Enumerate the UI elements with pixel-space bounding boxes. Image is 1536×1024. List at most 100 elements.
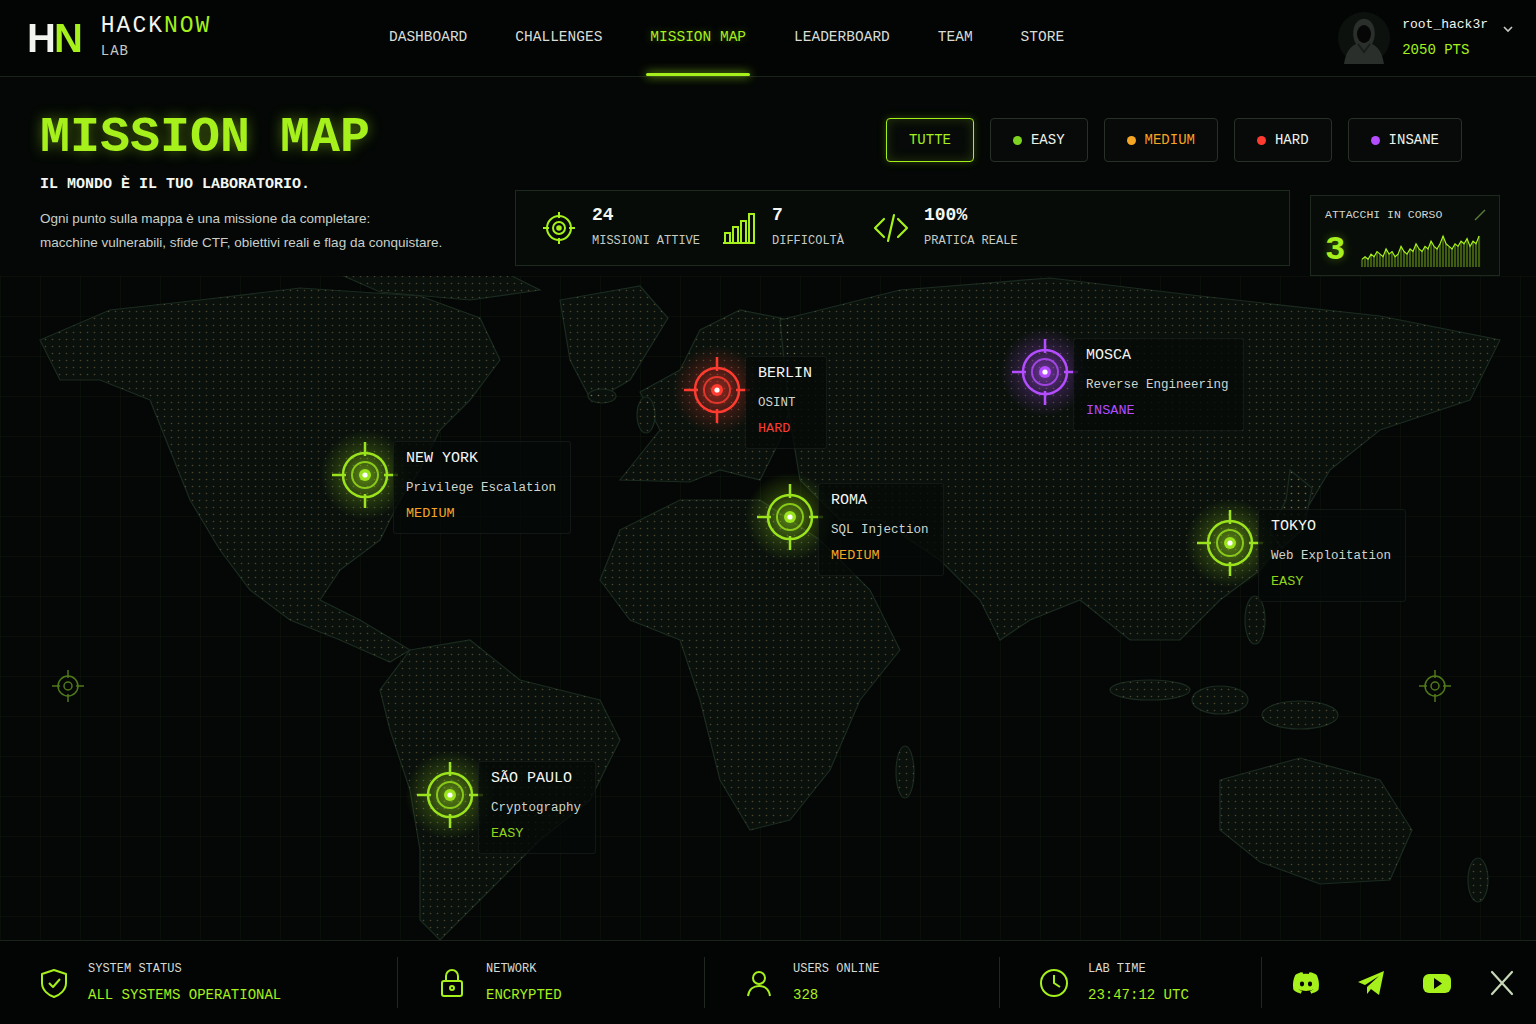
nav-link[interactable]: CHALLENGES [515,0,602,76]
mission-difficulty: EASY [491,824,581,844]
chart-bar [1448,247,1450,268]
x-logo-icon[interactable] [1486,967,1518,999]
filter-button[interactable]: EASY [990,118,1088,162]
status-value: ENCRYPTED [486,985,562,1006]
chart-bar [1433,247,1435,268]
page-subtitle: IL MONDO È IL TUO LABORATORIO. [40,175,510,195]
filter-button[interactable]: HARD [1234,118,1332,162]
brand-title: HACKNOW [101,14,212,39]
crosshair-icon [1417,668,1453,704]
username[interactable]: root_hack3r [1402,15,1488,35]
brand-word: NOW [164,13,211,39]
attacks-value: 3 [1325,233,1345,267]
chart-bar [1442,236,1444,267]
brand-name[interactable]: HACKNOWLAB [101,14,212,62]
status-label: LAB TIME [1088,960,1189,978]
header-right: TUTTE EASY MEDIUM HARD INSANE 24MISSIONI ATT… [510,77,1536,276]
avatar-icon[interactable] [1338,12,1390,64]
brand-subtitle: LAB [101,41,212,62]
mission-category: Privilege Escalation [406,479,556,498]
mission-label[interactable]: NEW YORKPrivilege EscalationMEDIUM [393,441,571,534]
filter-button[interactable]: TUTTE [886,118,974,162]
mission-city: BERLIN [758,363,812,386]
mission-difficulty: EASY [1271,572,1391,592]
mission-label[interactable]: SÃO PAULO Cryptography EASY [478,761,596,854]
stat-label: DIFFICOLTÀ [772,232,844,250]
difficulty-dot [1127,136,1136,145]
difficulty-filters: TUTTE EASY MEDIUM HARD INSANE [510,118,1462,162]
mission-label[interactable]: BERLINOSINTHARD [745,356,827,449]
chart-bar [1478,236,1480,267]
user-info[interactable]: root_hack3r2050 PTS [1402,15,1488,62]
chart-bar [1379,254,1381,267]
chart-bar [1445,244,1447,267]
status-label: SYSTEM STATUS [88,960,281,978]
stat-text: 24MISSIONI ATTIVE [592,206,700,250]
mission-label[interactable]: ROMASQL InjectionMEDIUM [818,483,944,576]
social-links [1262,941,1536,1024]
mission-category: Web Exploitation [1271,547,1391,566]
stat-text: 7 DIFFICOLTÀ [772,206,844,250]
mission-category: Cryptography [491,799,581,818]
mission-category: Reverse Engineering [1086,376,1229,395]
user-icon [743,967,775,999]
nav-link[interactable]: MISSION MAP [650,0,746,76]
stat-text: 100%PRATICA REALE [924,206,1018,250]
chart-bar [1427,249,1429,267]
chart-bar [1466,239,1468,267]
filter-label: EASY [1031,132,1065,148]
nav-link[interactable]: DASHBOARD [389,0,467,76]
mission-city: SÃO PAULO [491,768,581,791]
user-menu[interactable]: root_hack3r2050 PTS [1338,12,1514,64]
main-nav: DASHBOARD CHALLENGES MISSION MAP LEADERBOAR… [389,0,1064,76]
nav-item: STORE [1021,0,1065,76]
nav-link[interactable]: STORE [1021,0,1065,76]
description-line: Ogni punto sulla mappa è una missione da… [40,207,510,231]
mission-map[interactable]: NEW YORKPrivilege EscalationMEDIUM BERLIN… [0,276,1536,940]
expand-icon[interactable] [1473,208,1487,222]
page-header: MISSION MAPIL MONDO È IL TUO LABORATORIO… [0,77,1536,276]
description-line: macchine vulnerabili, sfide CTF, obietti… [40,231,510,255]
nav-item: LEADERBOARD [794,0,890,76]
stat-item: 7 DIFFICOLTÀ [720,206,872,250]
mission-label[interactable]: MOSCAReverse EngineeringINSANE [1073,338,1244,431]
stat-value: 7 [772,206,844,226]
filter-label: INSANE [1389,132,1439,148]
filter-label: HARD [1275,132,1309,148]
mission-city: MOSCA [1086,345,1229,368]
nav-item: MISSION MAP [650,0,746,76]
logo-mark[interactable]: HN [27,18,85,58]
chevron-down-icon[interactable] [1502,23,1514,35]
chart-bar [1421,252,1423,267]
chart-bar [1418,249,1420,267]
youtube-icon[interactable] [1421,967,1453,999]
status-text: USERS ONLINE328 [793,960,879,1006]
nav-link[interactable]: TEAM [938,0,973,76]
nav-link[interactable]: LEADERBOARD [794,0,890,76]
status-bar: SYSTEM STATUS ALL SYSTEMS OPERATIONAL NETW… [0,940,1536,1024]
brand-word: HACK [101,13,164,39]
nav-item: DASHBOARD [389,0,467,76]
status-label: NETWORK [486,960,562,978]
chart-bar [1382,257,1384,267]
stat-label: PRATICA REALE [924,232,1018,250]
crosshair-icon [50,668,86,704]
chart-bar [1460,241,1462,267]
chart-bar [1361,260,1363,268]
chart-bar [1469,247,1471,268]
mission-city: ROMA [831,490,929,513]
discord-icon[interactable] [1290,967,1322,999]
telegram-icon[interactable] [1355,967,1387,999]
lock-icon [436,967,468,999]
stat-item: 24MISSIONI ATTIVE [540,206,720,250]
chart-bar [1364,257,1366,267]
status-item: SYSTEM STATUS ALL SYSTEMS OPERATIONAL [0,957,398,1008]
difficulty-dot [1257,136,1266,145]
mission-label[interactable]: TOKYOWeb ExploitationEASY [1258,509,1406,602]
status-value: ALL SYSTEMS OPERATIONAL [88,985,281,1006]
filter-button[interactable]: INSANE [1348,118,1462,162]
filter-button[interactable]: MEDIUM [1104,118,1218,162]
status-text: NETWORK ENCRYPTED [486,960,562,1006]
difficulty-dot [1013,136,1022,145]
brand[interactable]: HN HACKNOWLAB [27,14,389,62]
